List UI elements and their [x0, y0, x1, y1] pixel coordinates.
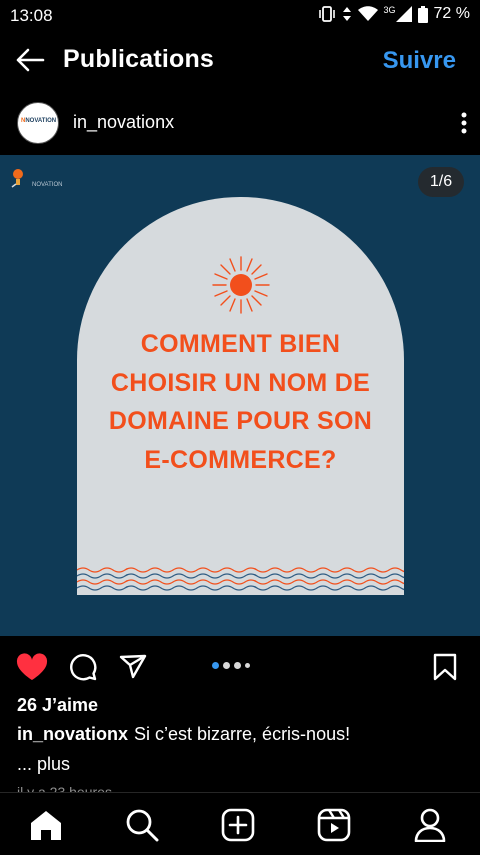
battery-icon: [417, 5, 428, 23]
search-icon: [126, 809, 159, 842]
arrow-left-icon: [16, 48, 45, 72]
send-icon: [119, 654, 147, 679]
status-time: 13:08: [10, 6, 53, 25]
share-button[interactable]: [118, 652, 148, 682]
avatar-logo: NNOVATION: [21, 118, 57, 124]
post-caption: in_novationx Si c’est bizarre, écris-nous…: [17, 724, 350, 745]
headline-card: COMMENT BIEN CHOISIR UN NOM DE DOMAINE P…: [77, 197, 404, 595]
more-options-button[interactable]: [458, 110, 470, 136]
bottom-nav: [0, 792, 480, 855]
status-icons: 3G 72 %: [318, 5, 470, 23]
more-vertical-icon: [461, 112, 467, 134]
network-type-label: 3G: [383, 5, 396, 15]
nav-search[interactable]: [122, 805, 162, 845]
battery-percent: 72 %: [433, 5, 470, 22]
caption-text: Si c’est bizarre, écris-nous!: [134, 724, 351, 744]
carousel-indicator: [212, 662, 250, 669]
caption-more-link[interactable]: ... plus: [17, 754, 70, 775]
status-bar: 13:08 3G 72 %: [0, 0, 480, 32]
vibrate-icon: [318, 6, 336, 22]
avatar[interactable]: NNOVATION: [17, 102, 59, 144]
brand-logo: NOVATION: [10, 165, 70, 191]
carousel-counter: 1/6: [418, 167, 464, 197]
carousel-dot: [223, 662, 230, 669]
back-button[interactable]: [14, 44, 46, 76]
bookmark-icon: [433, 653, 457, 681]
post-username[interactable]: in_novationx: [73, 112, 174, 133]
follow-button[interactable]: Suivre: [383, 47, 456, 75]
post-image[interactable]: NOVATION 1/6 COMMENT BIEN CHOISIR UN NOM…: [0, 155, 480, 636]
nav-home[interactable]: [26, 805, 66, 845]
post-headline: COMMENT BIEN CHOISIR UN NOM DE DOMAINE P…: [77, 325, 404, 479]
post-actions: [0, 644, 480, 690]
headline-line: COMMENT BIEN: [140, 330, 341, 358]
nav-profile[interactable]: [410, 805, 450, 845]
carousel-dot-active: [212, 662, 219, 669]
nav-reels[interactable]: [314, 805, 354, 845]
headline-line: E-COMMERCE?: [144, 445, 337, 474]
headline-line: DOMAINE POUR SON: [108, 407, 373, 435]
save-button[interactable]: [432, 652, 458, 682]
wifi-icon: [357, 6, 378, 22]
carousel-dot: [245, 663, 250, 668]
heart-filled-icon: [16, 653, 48, 680]
comment-icon: [70, 654, 97, 681]
likes-count[interactable]: 26 J’aime: [17, 695, 98, 716]
page-title: Publications: [63, 45, 215, 73]
app-bar: Publications Suivre: [0, 32, 480, 88]
headline-line: CHOISIR UN NOM DE: [110, 368, 371, 397]
post-header: NNOVATION in_novationx: [0, 98, 480, 150]
wave-decoration: [77, 567, 404, 591]
caption-username[interactable]: in_novationx: [17, 724, 128, 744]
comment-button[interactable]: [68, 652, 98, 682]
nav-create[interactable]: [218, 805, 258, 845]
reels-icon: [317, 808, 351, 842]
like-button[interactable]: [16, 652, 48, 682]
data-transfer-icon: [342, 6, 352, 22]
carousel-dot: [234, 662, 241, 669]
sun-icon: [212, 256, 270, 314]
home-icon: [31, 811, 61, 840]
create-icon: [221, 808, 255, 842]
signal-icon: [395, 6, 412, 22]
profile-icon: [414, 808, 446, 842]
